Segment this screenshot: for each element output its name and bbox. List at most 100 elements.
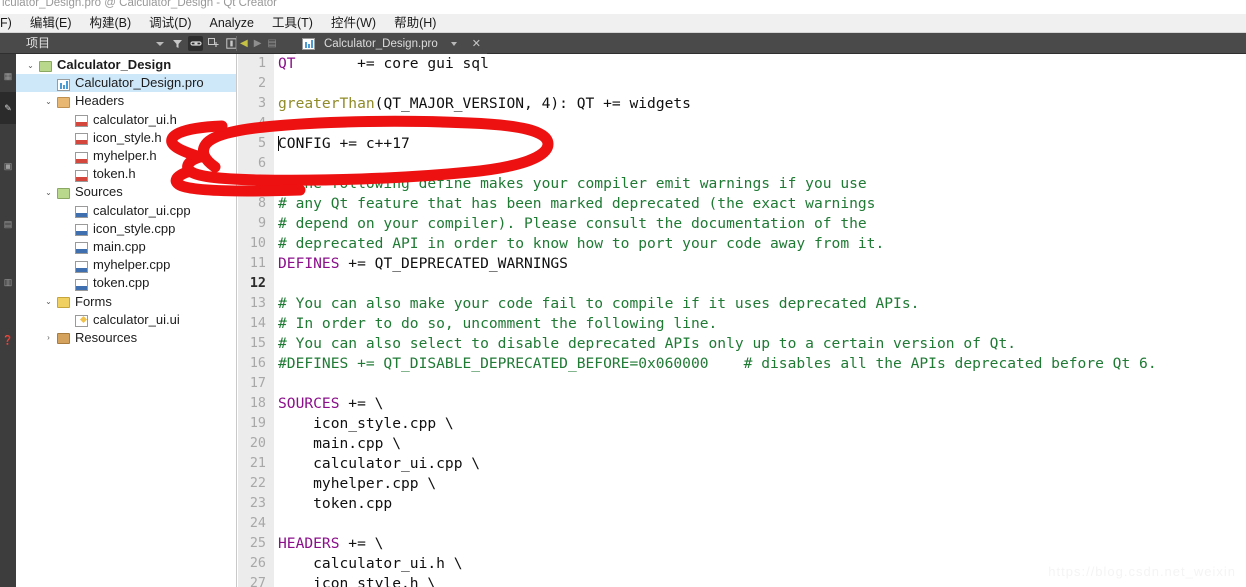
line-number: 22 [249, 476, 266, 491]
nav-back-icon[interactable]: ◀ [240, 38, 248, 49]
qt-creator-window: lculator_Design.pro @ Calculator_Design … [0, 0, 1246, 587]
close-icon[interactable]: ✕ [472, 37, 481, 50]
code-line[interactable]: 13 # You can also make your code fail to … [238, 294, 1246, 314]
mode-design-mode[interactable]: ▣ [0, 150, 16, 182]
code-line-text: # In order to do so, uncomment the follo… [270, 314, 717, 334]
menu-item-5[interactable]: 工具(T) [263, 14, 322, 33]
mode-edit-mode[interactable]: ✎ [0, 92, 16, 124]
code-line[interactable]: 4 [238, 114, 1246, 134]
mode-welcome-mode[interactable]: ▦ [0, 60, 16, 92]
project-toolbar-icons [152, 33, 239, 54]
editor-tab-label: Calculator_Design.pro [324, 37, 438, 50]
chevron-down-icon[interactable] [152, 36, 167, 51]
header-file-icon [73, 150, 89, 164]
menu-item-4[interactable]: Analyze [201, 14, 263, 33]
header-file-icon [73, 131, 89, 146]
tree-item-headers[interactable]: ⌄ Headers [16, 92, 236, 110]
line-number: 17 [249, 376, 266, 391]
editor-tab-calculator-design-pro[interactable]: Calculator_Design.pro ✕ [296, 33, 488, 54]
mode-debug-mode[interactable]: ▤ [0, 208, 16, 240]
line-number: 5 [257, 136, 266, 151]
tree-item-calculator-ui-cpp[interactable]: calculator_ui.cpp [16, 202, 236, 220]
chevron-down-icon[interactable]: ⌄ [42, 297, 55, 306]
tree-item-myhelper-cpp[interactable]: myhelper.cpp [16, 256, 236, 274]
filter-icon[interactable] [170, 36, 185, 51]
chevron-down-icon[interactable]: ⌄ [42, 188, 55, 197]
menu-item-2[interactable]: 构建(B) [80, 14, 140, 33]
tree-item-label: main.cpp [93, 238, 146, 254]
help-mode-icon: ❓ [2, 334, 14, 345]
split-editor-icon[interactable]: ▤ [267, 38, 276, 49]
code-line[interactable]: 17 [238, 374, 1246, 394]
expand-all-icon[interactable] [206, 36, 221, 51]
line-number: 25 [249, 536, 266, 551]
tree-item-label: Calculator_Design.pro [75, 75, 204, 91]
code-line[interactable]: 20 main.cpp \ [238, 434, 1246, 454]
code-line[interactable]: 9 # depend on your compiler). Please cons… [238, 214, 1246, 234]
menu-item-6[interactable]: 控件(W) [322, 14, 385, 33]
code-line[interactable]: 10 # deprecated API in order to know how … [238, 234, 1246, 254]
code-line[interactable]: 14 # In order to do so, uncomment the fol… [238, 314, 1246, 334]
code-line[interactable]: 6 [238, 154, 1246, 174]
code-line[interactable]: 25 HEADERS += \ [238, 534, 1246, 554]
code-line[interactable]: 22 myhelper.cpp \ [238, 474, 1246, 494]
tree-item-calculator-design[interactable]: ⌄ Calculator_Design [16, 56, 236, 74]
folder-sources-icon [55, 186, 71, 199]
tree-item-label: calculator_ui.h [93, 111, 177, 127]
code-line[interactable]: 15 # You can also select to disable depre… [238, 334, 1246, 354]
tree-item-forms[interactable]: ⌄ Forms [16, 292, 236, 310]
tree-item-token-cpp[interactable]: token.cpp [16, 274, 236, 292]
tree-item-calculator-ui-ui[interactable]: calculator_ui.ui [16, 311, 236, 329]
menu-item-3[interactable]: 调试(D) [140, 14, 200, 33]
tree-item-icon-style-cpp[interactable]: icon_style.cpp [16, 220, 236, 238]
code-line[interactable]: 7 # The following define makes your compi… [238, 174, 1246, 194]
tree-item-main-cpp[interactable]: main.cpp [16, 238, 236, 256]
tree-item-resources[interactable]: › Resources [16, 329, 236, 347]
menu-item-1[interactable]: 编辑(E) [21, 14, 81, 33]
chevron-right-icon[interactable]: › [42, 333, 55, 342]
nav-forward-icon[interactable]: ▶ [254, 38, 262, 49]
tree-item-myhelper-h[interactable]: myhelper.h [16, 147, 236, 165]
line-number: 10 [249, 236, 266, 251]
menu-item-7[interactable]: 帮助(H) [385, 14, 445, 33]
tree-item-calculator-ui-h[interactable]: calculator_ui.h [16, 111, 236, 129]
code-line[interactable]: 12 [238, 274, 1246, 294]
code-line[interactable]: 11 DEFINES += QT_DEPRECATED_WARNINGS [238, 254, 1246, 274]
code-line[interactable]: 18 SOURCES += \ [238, 394, 1246, 414]
code-text-area[interactable]: 1 QT += core gui sql 2 3 greaterThan(QT_MAJO… [238, 54, 1246, 587]
mode-projects-mode[interactable]: ▥ [0, 266, 16, 298]
header-file-icon [73, 113, 89, 128]
code-line-text: token.cpp [270, 494, 392, 514]
code-token: CONFIG += c++17 [278, 135, 410, 152]
tree-item-sources[interactable]: ⌄ Sources [16, 183, 236, 201]
folder-forms-icon [55, 295, 71, 309]
mode-help-mode[interactable]: ❓ [0, 324, 16, 356]
code-token: calculator_ui.h \ [278, 555, 463, 572]
code-token: # In order to do so, uncomment the follo… [278, 315, 718, 332]
code-token: QT [278, 55, 296, 72]
code-line[interactable]: 21 calculator_ui.cpp \ [238, 454, 1246, 474]
tree-item-icon-style-h[interactable]: icon_style.h [16, 129, 236, 147]
tree-item-label: calculator_ui.cpp [93, 202, 191, 218]
menu-item-0[interactable]: F) [0, 14, 21, 33]
chevron-down-icon[interactable]: ⌄ [24, 61, 37, 70]
line-number: 19 [249, 416, 266, 431]
cpp-file-icon [73, 204, 89, 219]
code-line[interactable]: 8 # any Qt feature that has been marked d… [238, 194, 1246, 214]
code-line[interactable]: 24 [238, 514, 1246, 534]
tree-item-calculator-design-pro[interactable]: Calculator_Design.pro [16, 74, 236, 93]
code-line[interactable]: 1 QT += core gui sql [238, 54, 1246, 74]
chevron-down-icon[interactable] [450, 41, 457, 46]
code-line-text: main.cpp \ [270, 434, 401, 454]
project-tree[interactable]: ⌄ Calculator_Design Calculator_Design.pro ⌄… [16, 54, 237, 587]
code-line[interactable]: 19 icon_style.cpp \ [238, 414, 1246, 434]
code-editor[interactable]: 1 QT += core gui sql 2 3 greaterThan(QT_MAJO… [238, 54, 1246, 587]
code-line[interactable]: 16 #DEFINES += QT_DISABLE_DEPRECATED_BEFO… [238, 354, 1246, 374]
code-line[interactable]: 23 token.cpp [238, 494, 1246, 514]
code-line[interactable]: 3 greaterThan(QT_MAJOR_VERSION, 4): QT +=… [238, 94, 1246, 114]
link-icon[interactable] [188, 36, 203, 51]
code-line[interactable]: 2 [238, 74, 1246, 94]
chevron-down-icon[interactable]: ⌄ [42, 97, 55, 106]
tree-item-token-h[interactable]: token.h [16, 165, 236, 183]
code-line[interactable]: 5 CONFIG += c++17 [238, 134, 1246, 154]
